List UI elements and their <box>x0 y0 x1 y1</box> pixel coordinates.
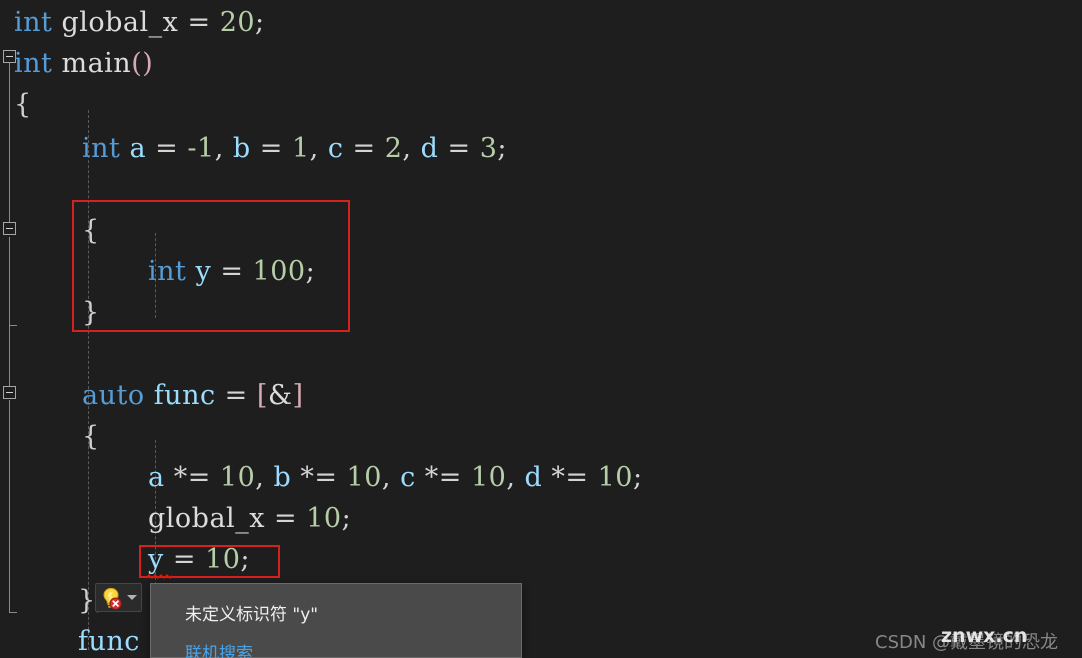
code-line-11: global_x = 10; <box>148 503 352 534</box>
code-line-9: { <box>82 421 100 452</box>
lightbulb-error-icon <box>98 585 124 611</box>
code-line-4: int a = -1, b = 1, c = 2, d = 3; <box>82 133 507 164</box>
error-tooltip: 未定义标识符 "y" 联机搜索 <box>150 583 522 658</box>
error-squiggle <box>146 574 172 579</box>
code-line-6: int y = 100; <box>148 256 316 287</box>
watermark-site: znwx.cn <box>941 625 1028 647</box>
error-tooltip-message: 未定义标识符 "y" <box>185 605 319 625</box>
code-area[interactable]: int global_x = 20; int main() { int a = … <box>0 0 1082 658</box>
code-line-14: func <box>78 626 140 657</box>
code-line-8: auto func = [&] <box>82 380 304 411</box>
code-editor-screenshot: int global_x = 20; int main() { int a = … <box>0 0 1082 658</box>
online-search-link[interactable]: 联机搜索 <box>151 625 521 658</box>
chevron-down-icon[interactable] <box>124 585 139 611</box>
code-line-7: } <box>82 297 100 328</box>
code-line-10: a *= 10, b *= 10, c *= 10, d *= 10; <box>148 462 643 493</box>
code-line-1: int global_x = 20; <box>14 7 265 38</box>
quick-fix-lightbulb[interactable] <box>95 583 142 612</box>
code-line-5: { <box>82 215 100 246</box>
code-line-2: int main() <box>14 48 154 79</box>
code-line-3: { <box>14 89 32 120</box>
